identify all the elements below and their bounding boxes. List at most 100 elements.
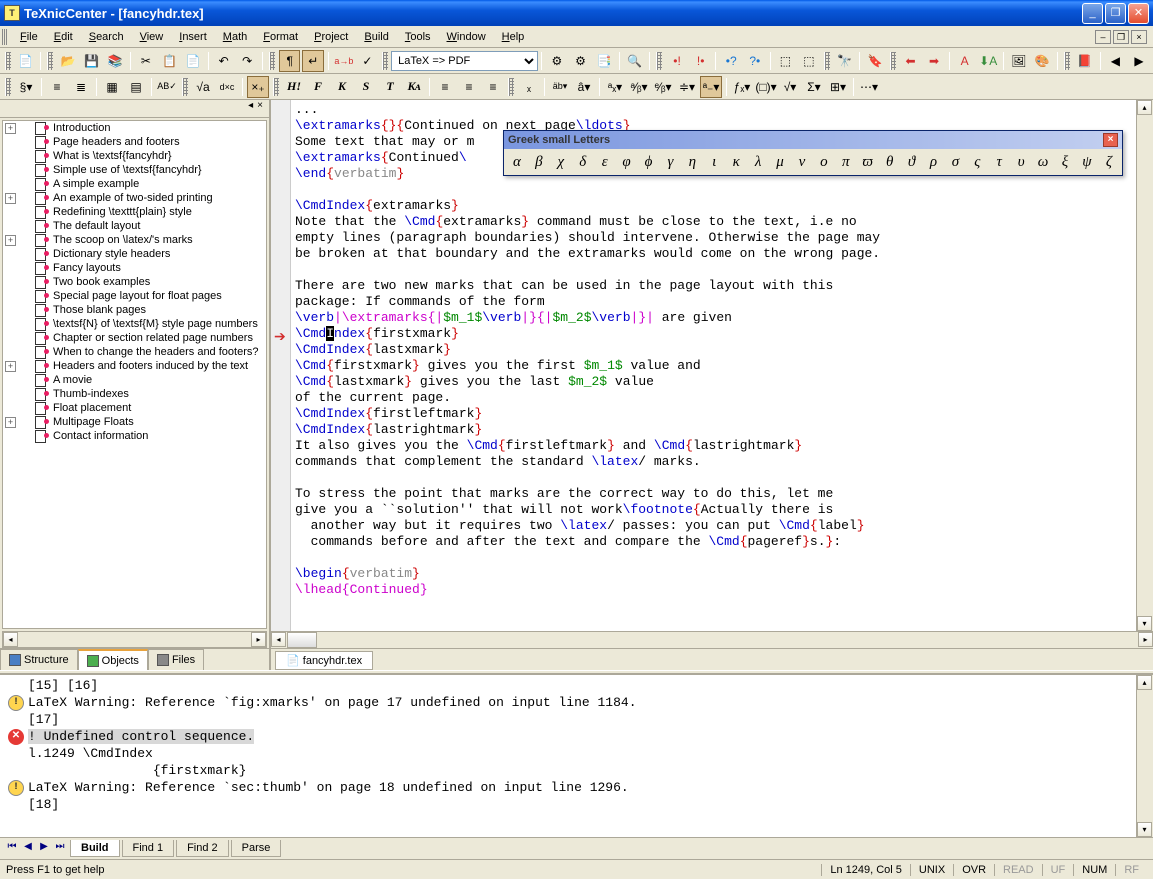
output-line[interactable]: !LaTeX Warning: Reference `sec:thumb' on… bbox=[8, 779, 1128, 796]
math-func-button[interactable]: ƒₓ▾ bbox=[731, 76, 753, 98]
maximize-button[interactable]: ❐ bbox=[1105, 3, 1126, 24]
sidebar-prev[interactable]: ◂ bbox=[246, 100, 255, 117]
greek-letter-button[interactable]: ν bbox=[791, 151, 813, 173]
grip[interactable] bbox=[824, 52, 830, 70]
format-s-button[interactable]: S bbox=[355, 76, 377, 98]
close-button[interactable]: ✕ bbox=[1128, 3, 1149, 24]
output-tab-build[interactable]: Build bbox=[70, 840, 120, 857]
help-button[interactable]: 📕 bbox=[1074, 50, 1096, 72]
greek-letter-button[interactable]: ϖ bbox=[857, 151, 879, 173]
sidebar-tab-structure[interactable]: Structure bbox=[0, 649, 78, 670]
figure-button[interactable]: ▦ bbox=[101, 76, 123, 98]
tree-item[interactable]: +Headers and footers induced by the text bbox=[3, 359, 266, 373]
next-warning-button[interactable]: •? bbox=[720, 50, 742, 72]
greek-letter-button[interactable]: τ bbox=[988, 151, 1010, 173]
expand-icon[interactable]: + bbox=[5, 123, 16, 134]
insert-graphic-button[interactable]: 🖼 bbox=[1008, 50, 1030, 72]
grip[interactable] bbox=[656, 52, 662, 70]
output-content[interactable]: [15] [16]!LaTeX Warning: Reference `fig:… bbox=[0, 675, 1136, 837]
tree-item[interactable]: A simple example bbox=[3, 177, 266, 191]
scroll-up[interactable]: ▴ bbox=[1137, 100, 1152, 115]
build-profile-select[interactable]: LaTeX => PDF bbox=[391, 51, 538, 71]
greek-letter-button[interactable]: α bbox=[506, 151, 528, 173]
output-tab-parse[interactable]: Parse bbox=[231, 840, 282, 857]
greek-letter-button[interactable]: γ bbox=[659, 151, 681, 173]
grip[interactable] bbox=[269, 52, 275, 70]
scroll-left[interactable]: ◂ bbox=[3, 632, 18, 647]
greek-letter-button[interactable]: ξ bbox=[1054, 151, 1076, 173]
tree-item[interactable]: Chapter or section related page numbers bbox=[3, 331, 266, 345]
next-badbox-button[interactable]: ⬚ bbox=[775, 50, 797, 72]
greek-letter-button[interactable]: ς bbox=[966, 151, 988, 173]
math-accent-button[interactable]: â▾ bbox=[573, 76, 595, 98]
greek-letter-button[interactable]: ω bbox=[1032, 151, 1054, 173]
output-line[interactable]: [17] bbox=[8, 711, 1128, 728]
open-button[interactable]: 📂 bbox=[57, 50, 79, 72]
greek-letters-panel[interactable]: Greek small Letters × αβχδεφϕγηικλμνoπϖθ… bbox=[503, 130, 1123, 176]
tree-item[interactable]: What is \textsf{fancyhdr} bbox=[3, 149, 266, 163]
tree-item[interactable]: Special page layout for float pages bbox=[3, 289, 266, 303]
bookmark-button[interactable]: 🔖 bbox=[864, 50, 886, 72]
tree-item[interactable]: Thumb-indexes bbox=[3, 387, 266, 401]
scroll-down[interactable]: ▾ bbox=[1137, 616, 1152, 631]
greek-letter-button[interactable]: η bbox=[681, 151, 703, 173]
editor-tab[interactable]: 📄 fancyhdr.tex bbox=[275, 651, 373, 670]
menu-file[interactable]: File bbox=[12, 29, 46, 45]
menu-math[interactable]: Math bbox=[215, 29, 255, 45]
menu-window[interactable]: Window bbox=[439, 29, 494, 45]
format-button[interactable]: ⬇A bbox=[977, 50, 999, 72]
matrix-button[interactable]: ⊞▾ bbox=[827, 76, 849, 98]
greek-letter-button[interactable]: ζ bbox=[1098, 151, 1120, 173]
grip[interactable] bbox=[47, 52, 53, 70]
sum-button[interactable]: Σ▾ bbox=[803, 76, 825, 98]
format-f-button[interactable]: F bbox=[307, 76, 329, 98]
frac2-button[interactable]: ᵉ⁄ᵦ▾ bbox=[652, 76, 674, 98]
format-k-button[interactable]: K bbox=[331, 76, 353, 98]
format-h!-button[interactable]: H! bbox=[283, 76, 305, 98]
greek-letter-button[interactable]: χ bbox=[550, 151, 572, 173]
sqrt-button[interactable]: √▾ bbox=[779, 76, 801, 98]
menu-view[interactable]: View bbox=[132, 29, 172, 45]
align-left-button[interactable]: ≡ bbox=[434, 76, 456, 98]
tree-item[interactable]: Dictionary style headers bbox=[3, 247, 266, 261]
greek-letter-button[interactable]: ψ bbox=[1076, 151, 1098, 173]
minimize-button[interactable]: _ bbox=[1082, 3, 1103, 24]
output-next[interactable]: ▶ bbox=[36, 841, 52, 857]
output-line[interactable]: !LaTeX Warning: Reference `fig:xmarks' o… bbox=[8, 694, 1128, 711]
output-tab-find-2[interactable]: Find 2 bbox=[176, 840, 229, 857]
itemize-button[interactable]: ≡ bbox=[46, 76, 68, 98]
menu-format[interactable]: Format bbox=[255, 29, 306, 45]
math-inline-button[interactable]: √a bbox=[192, 76, 214, 98]
grip[interactable] bbox=[382, 52, 388, 70]
scroll-down[interactable]: ▾ bbox=[1137, 822, 1152, 837]
greek-letter-button[interactable]: π bbox=[835, 151, 857, 173]
greek-letter-button[interactable]: δ bbox=[572, 151, 594, 173]
greek-letter-button[interactable]: ρ bbox=[923, 151, 945, 173]
grip[interactable] bbox=[273, 78, 279, 96]
tree-item[interactable]: Those blank pages bbox=[3, 303, 266, 317]
menu-help[interactable]: Help bbox=[494, 29, 533, 45]
prev-badbox-button[interactable]: ⬚ bbox=[798, 50, 820, 72]
view-output-button[interactable]: 📑 bbox=[593, 50, 615, 72]
tree-item[interactable]: Float placement bbox=[3, 401, 266, 415]
menu-search[interactable]: Search bbox=[81, 29, 132, 45]
tree-item[interactable]: Simple use of \textsf{fancyhdr} bbox=[3, 163, 266, 177]
expand-icon[interactable]: + bbox=[5, 361, 16, 372]
greek-letter-button[interactable]: σ bbox=[944, 151, 966, 173]
delim-button[interactable]: (□)▾ bbox=[755, 76, 777, 98]
output-prev[interactable]: ◀ bbox=[20, 841, 36, 857]
next-help-button[interactable]: ▶ bbox=[1128, 50, 1150, 72]
scroll-right[interactable]: ▸ bbox=[251, 632, 266, 647]
greek-letter-button[interactable]: ι bbox=[703, 151, 725, 173]
greek-letter-button[interactable]: o bbox=[813, 151, 835, 173]
tree-item[interactable]: Contact information bbox=[3, 429, 266, 443]
overset-button[interactable]: ᵃ₋▾ bbox=[700, 76, 722, 98]
menu-insert[interactable]: Insert bbox=[171, 29, 215, 45]
insert-textcolor-button[interactable]: a→b bbox=[333, 50, 355, 72]
greek-letter-button[interactable]: λ bbox=[747, 151, 769, 173]
prev-warning-button[interactable]: ?• bbox=[744, 50, 766, 72]
grip[interactable] bbox=[508, 78, 514, 96]
output-tab-find-1[interactable]: Find 1 bbox=[122, 840, 175, 857]
output-line[interactable]: [18] bbox=[8, 796, 1128, 813]
find-button[interactable]: 🔭 bbox=[834, 50, 856, 72]
